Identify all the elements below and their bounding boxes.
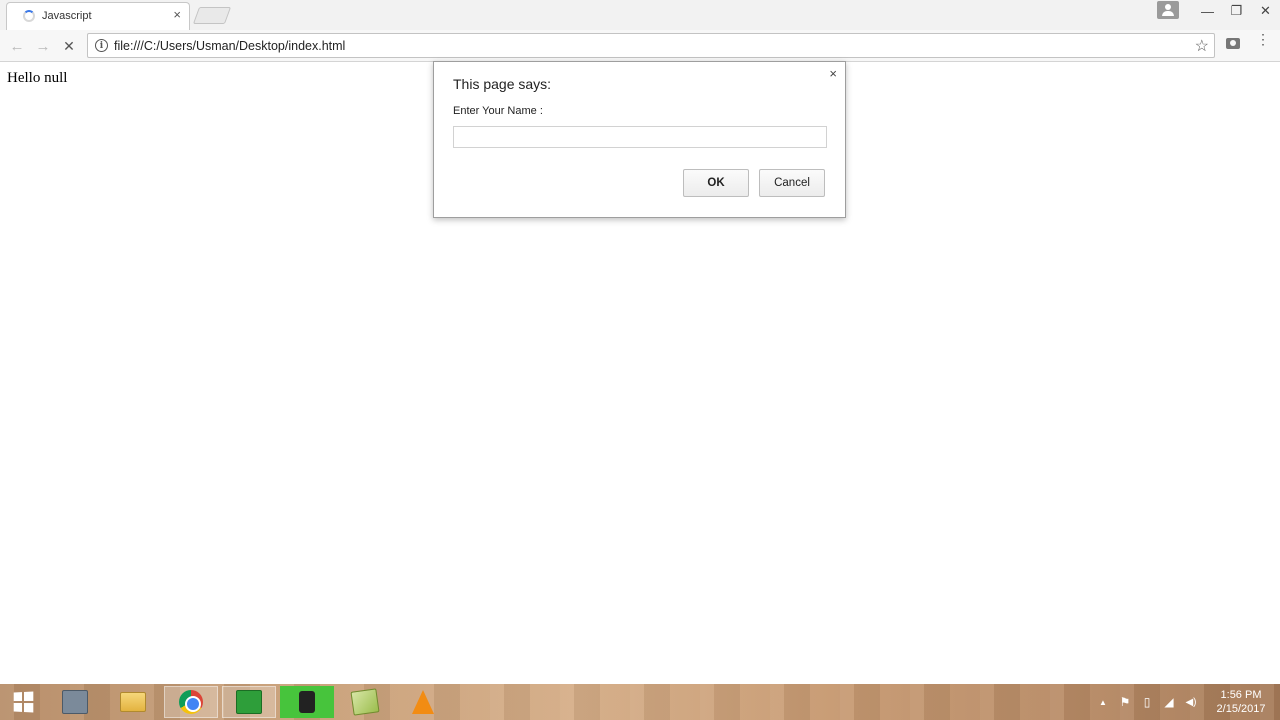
clock-date: 2/15/2017 — [1216, 703, 1266, 715]
camera-icon[interactable] — [1226, 38, 1240, 49]
vlc-cone-icon — [412, 690, 434, 714]
cancel-button[interactable]: Cancel — [759, 169, 825, 197]
stop-loading-button[interactable]: ✕ — [58, 35, 80, 57]
dialog-close-button[interactable]: × — [829, 66, 837, 81]
system-tray: ▲ ⚑ ▯ ◢ ◀) 1:56 PM 2/15/2017 — [1092, 684, 1280, 720]
screen: Javascript × — ❐ ✕ ← → ✕ i file:///C:/Us… — [0, 0, 1280, 720]
tab-javascript[interactable]: Javascript × — [6, 2, 190, 30]
user-profile-icon[interactable] — [1157, 1, 1179, 19]
camera-app-icon — [299, 691, 315, 713]
chrome-icon — [179, 690, 203, 714]
taskbar-app-recorder[interactable] — [280, 686, 334, 718]
minimize-button[interactable]: — — [1193, 0, 1222, 22]
chart-app-icon — [236, 690, 262, 714]
clock[interactable]: 1:56 PM 2/15/2017 — [1202, 688, 1280, 716]
stop-icon: ✕ — [63, 37, 75, 54]
taskbar-app-vlc[interactable] — [396, 686, 450, 718]
dialog-message: Enter Your Name : — [453, 105, 543, 117]
taskbar-app-explorer[interactable] — [106, 686, 160, 718]
loading-spinner-icon — [23, 10, 35, 22]
taskbar — [0, 684, 1280, 720]
folder-icon — [120, 692, 146, 712]
close-window-button[interactable]: ✕ — [1251, 0, 1280, 22]
windows-logo-icon — [13, 691, 34, 713]
show-hidden-icons-icon[interactable]: ▲ — [1092, 698, 1114, 707]
name-input[interactable] — [453, 126, 827, 148]
taskbar-app-chart[interactable] — [222, 686, 276, 718]
browser-toolbar: ← → ✕ i file:///C:/Users/Usman/Desktop/i… — [0, 30, 1280, 62]
forward-button[interactable]: → — [32, 35, 54, 57]
info-icon[interactable]: i — [95, 39, 108, 52]
tab-title: Javascript — [42, 10, 92, 22]
notepad-icon — [350, 688, 380, 716]
dialog-title: This page says: — [453, 76, 552, 92]
file-manager-icon — [62, 690, 88, 714]
action-center-flag-icon[interactable]: ⚑ — [1114, 695, 1136, 709]
start-button[interactable] — [6, 686, 40, 718]
bookmark-star-icon[interactable]: ☆ — [1195, 36, 1209, 56]
volume-icon[interactable]: ◀) — [1180, 697, 1202, 708]
hello-text: Hello null — [7, 70, 68, 86]
ok-button[interactable]: OK — [683, 169, 749, 197]
taskbar-app-notes[interactable] — [338, 686, 392, 718]
network-signal-icon[interactable]: ◢ — [1158, 695, 1180, 709]
tab-close-button[interactable]: × — [173, 8, 181, 22]
taskbar-app-files[interactable] — [48, 686, 102, 718]
forward-arrow-icon: → — [35, 37, 51, 55]
new-tab-button[interactable] — [192, 7, 232, 24]
clock-time: 1:56 PM — [1220, 689, 1262, 701]
window-controls: — ❐ ✕ — [1193, 0, 1280, 24]
browser-titlebar: Javascript × — ❐ ✕ — [0, 0, 1280, 30]
back-button[interactable]: ← — [6, 35, 28, 57]
address-bar[interactable]: i file:///C:/Users/Usman/Desktop/index.h… — [87, 33, 1215, 58]
url-text: file:///C:/Users/Usman/Desktop/index.htm… — [114, 39, 346, 53]
battery-icon[interactable]: ▯ — [1136, 695, 1158, 709]
prompt-dialog: × This page says: Enter Your Name : OK C… — [433, 61, 846, 218]
menu-icon[interactable]: ⋮ — [1256, 32, 1270, 54]
taskbar-app-chrome[interactable] — [164, 686, 218, 718]
restore-button[interactable]: ❐ — [1222, 0, 1251, 22]
back-arrow-icon: ← — [9, 37, 25, 55]
